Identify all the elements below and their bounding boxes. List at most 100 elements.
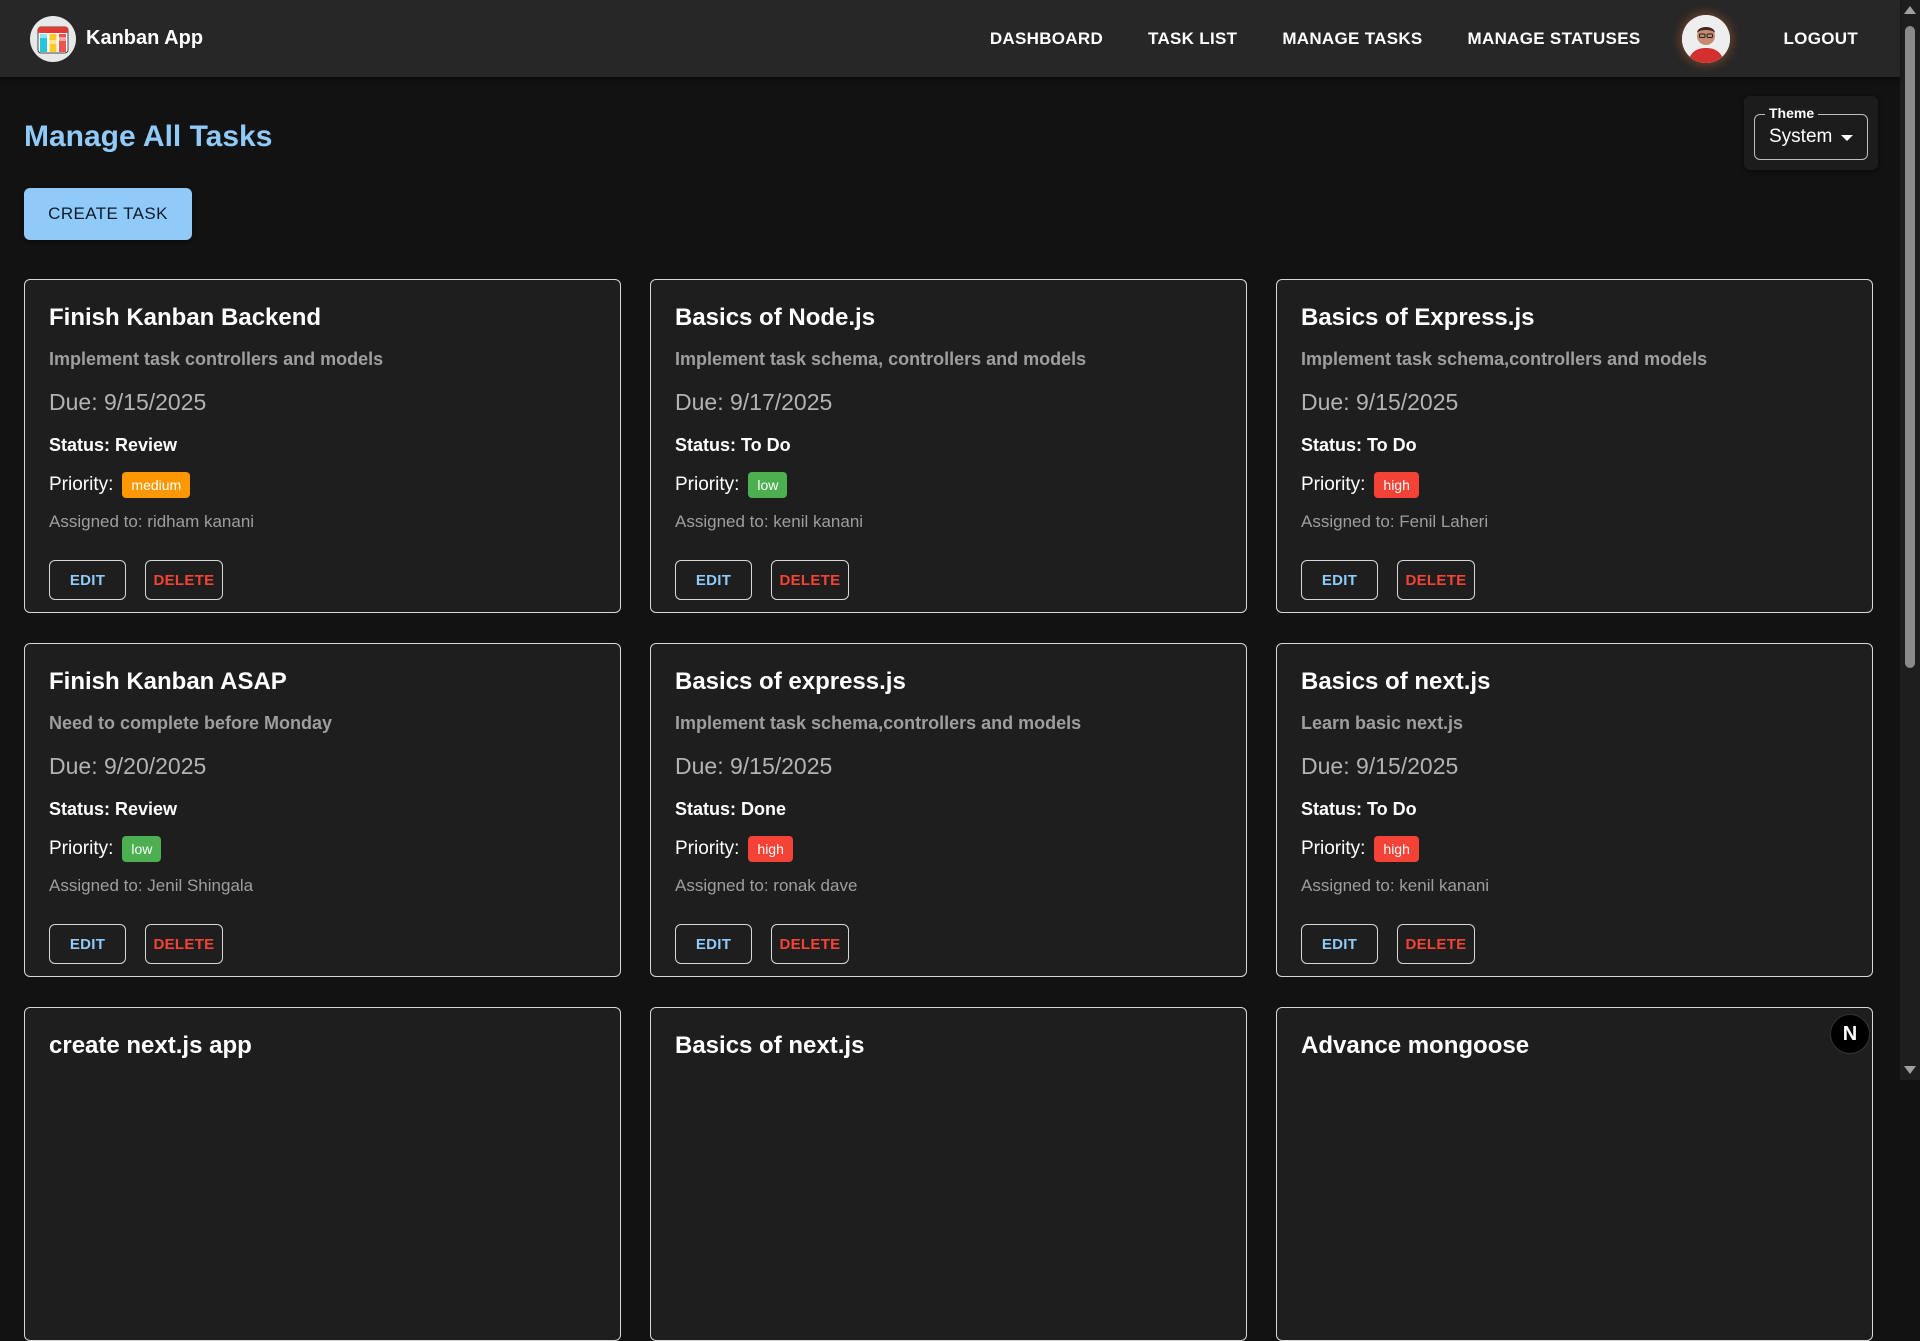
- task-status: Status: Review: [49, 799, 178, 819]
- task-actions: EDIT DELETE: [675, 560, 849, 600]
- page-title: Manage All Tasks: [24, 120, 273, 153]
- task-due-date: Due: 9/15/2025: [49, 389, 207, 415]
- next-dev-indicator-button[interactable]: N: [1830, 1014, 1870, 1054]
- logout-button[interactable]: LOGOUT: [1771, 21, 1870, 57]
- task-assignee: Assigned to: kenil kanani: [675, 512, 864, 531]
- task-assignee: Assigned to: Fenil Laheri: [1301, 512, 1489, 531]
- create-task-button[interactable]: CREATE TASK: [24, 188, 192, 240]
- task-due-date: Due: 9/15/2025: [1301, 753, 1459, 779]
- task-due-date: Due: 9/15/2025: [1301, 389, 1459, 415]
- task-due-date: Due: 9/20/2025: [49, 753, 207, 779]
- priority-label: Priority:: [1301, 474, 1366, 495]
- task-grid: Finish Kanban Backend Implement task con…: [24, 279, 1874, 1341]
- task-card: Basics of Express.js Implement task sche…: [1276, 279, 1873, 613]
- priority-chip: low: [122, 836, 162, 862]
- task-actions: EDIT DELETE: [1301, 560, 1475, 600]
- task-actions: EDIT DELETE: [49, 924, 223, 964]
- scroll-down-icon[interactable]: [1904, 1066, 1916, 1074]
- nav-manage-statuses[interactable]: MANAGE STATUSES: [1456, 21, 1653, 57]
- main-nav: DASHBOARD TASK LIST MANAGE TASKS MANAGE …: [957, 14, 1870, 63]
- task-title: Basics of Node.js: [675, 304, 876, 331]
- edit-task-button[interactable]: EDIT: [1301, 560, 1378, 600]
- priority-chip: high: [1374, 472, 1419, 498]
- task-priority-row: Priority: medium: [49, 472, 191, 498]
- priority-label: Priority:: [49, 838, 114, 859]
- page-scrollbar[interactable]: [1900, 0, 1920, 1080]
- theme-value: System: [1769, 126, 1833, 147]
- task-card: Basics of next.js: [650, 1007, 1247, 1341]
- priority-label: Priority:: [675, 474, 740, 495]
- task-title: Basics of Express.js: [1301, 304, 1535, 331]
- task-status: Status: To Do: [1301, 799, 1417, 819]
- task-title: Advance mongoose: [1301, 1032, 1530, 1059]
- task-title: create next.js app: [49, 1032, 252, 1059]
- delete-task-button[interactable]: DELETE: [771, 924, 849, 964]
- task-title: Finish Kanban ASAP: [49, 668, 287, 695]
- scroll-up-icon[interactable]: [1904, 6, 1916, 14]
- task-description: Implement task schema,controllers and mo…: [675, 713, 1082, 733]
- priority-chip: medium: [122, 472, 191, 498]
- theme-panel: Theme System: [1744, 96, 1878, 170]
- delete-task-button[interactable]: DELETE: [771, 560, 849, 600]
- task-actions: EDIT DELETE: [1301, 924, 1475, 964]
- caret-down-icon: [1841, 135, 1853, 141]
- task-card: Basics of express.js Implement task sche…: [650, 643, 1247, 977]
- delete-task-button[interactable]: DELETE: [145, 560, 223, 600]
- delete-task-button[interactable]: DELETE: [1397, 560, 1475, 600]
- task-priority-row: Priority: low: [675, 472, 788, 498]
- task-description: Learn basic next.js: [1301, 713, 1464, 733]
- task-card: Advance mongoose: [1276, 1007, 1873, 1341]
- brand[interactable]: Kanban App: [30, 15, 204, 62]
- theme-select[interactable]: Theme System: [1754, 105, 1868, 160]
- priority-label: Priority:: [1301, 838, 1366, 859]
- task-status: Status: Review: [49, 435, 178, 455]
- edit-task-button[interactable]: EDIT: [49, 924, 126, 964]
- task-due-date: Due: 9/17/2025: [675, 389, 833, 415]
- task-assignee: Assigned to: kenil kanani: [1301, 876, 1490, 895]
- nav-manage-tasks[interactable]: MANAGE TASKS: [1270, 21, 1434, 57]
- edit-task-button[interactable]: EDIT: [49, 560, 126, 600]
- task-priority-row: Priority: low: [49, 836, 162, 862]
- edit-task-button[interactable]: EDIT: [675, 560, 752, 600]
- priority-chip: high: [748, 836, 793, 862]
- priority-label: Priority:: [49, 474, 114, 495]
- priority-label: Priority:: [675, 838, 740, 859]
- user-avatar[interactable]: [1682, 14, 1731, 63]
- scrollbar-thumb[interactable]: [1905, 26, 1915, 668]
- task-assignee: Assigned to: ridham kanani: [49, 512, 255, 531]
- task-status: Status: To Do: [1301, 435, 1417, 455]
- task-card: Basics of Node.js Implement task schema,…: [650, 279, 1247, 613]
- task-actions: EDIT DELETE: [675, 924, 849, 964]
- task-assignee: Assigned to: Jenil Shingala: [49, 876, 254, 895]
- priority-chip: low: [748, 472, 788, 498]
- task-description: Implement task controllers and models: [49, 349, 384, 369]
- task-priority-row: Priority: high: [1301, 836, 1419, 862]
- theme-label: Theme: [1765, 105, 1819, 121]
- app-bar: Kanban App DASHBOARD TASK LIST MANAGE TA…: [0, 0, 1900, 77]
- task-priority-row: Priority: high: [675, 836, 793, 862]
- task-actions: EDIT DELETE: [49, 560, 223, 600]
- task-title: Basics of express.js: [675, 668, 906, 695]
- task-card: create next.js app: [24, 1007, 621, 1341]
- task-status: Status: Done: [675, 799, 787, 819]
- task-priority-row: Priority: high: [1301, 472, 1419, 498]
- task-card: Finish Kanban Backend Implement task con…: [24, 279, 621, 613]
- task-description: Implement task schema, controllers and m…: [675, 349, 1087, 369]
- kanban-logo-icon: [30, 15, 76, 62]
- delete-task-button[interactable]: DELETE: [1397, 924, 1475, 964]
- task-card: Finish Kanban ASAP Need to complete befo…: [24, 643, 621, 977]
- priority-chip: high: [1374, 836, 1419, 862]
- nav-task-list[interactable]: TASK LIST: [1136, 21, 1249, 57]
- task-due-date: Due: 9/15/2025: [675, 753, 833, 779]
- edit-task-button[interactable]: EDIT: [1301, 924, 1378, 964]
- delete-task-button[interactable]: DELETE: [145, 924, 223, 964]
- task-description: Implement task schema,controllers and mo…: [1301, 349, 1708, 369]
- task-description: Need to complete before Monday: [49, 713, 333, 733]
- nav-dashboard[interactable]: DASHBOARD: [978, 21, 1115, 57]
- task-title: Basics of next.js: [675, 1032, 865, 1059]
- task-status: Status: To Do: [675, 435, 791, 455]
- task-title: Basics of next.js: [1301, 668, 1491, 695]
- brand-name: Kanban App: [86, 27, 204, 49]
- edit-task-button[interactable]: EDIT: [675, 924, 752, 964]
- task-assignee: Assigned to: ronak dave: [675, 876, 858, 895]
